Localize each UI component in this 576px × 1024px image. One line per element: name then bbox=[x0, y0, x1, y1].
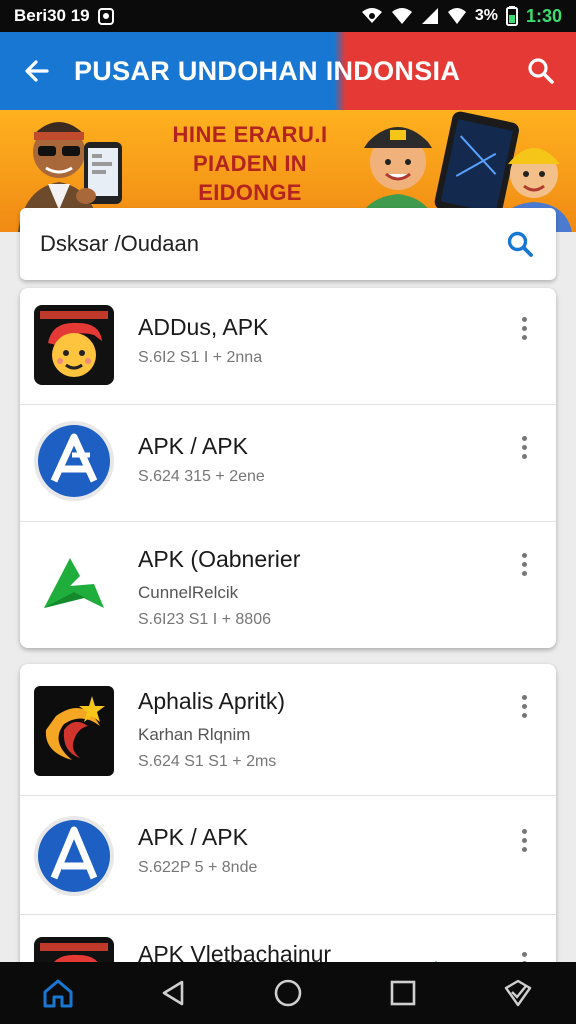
wifi-small-icon bbox=[447, 7, 467, 25]
app-info: APK / APK S.624 315 + 2ene bbox=[138, 433, 265, 486]
list-item[interactable]: ADDus, APK S.6I2 S1 I + 2nna bbox=[20, 288, 556, 405]
search-button[interactable] bbox=[502, 226, 538, 262]
more-options-button[interactable] bbox=[514, 688, 534, 724]
nav-recents-button[interactable] bbox=[373, 962, 433, 1024]
navigation-bar bbox=[0, 962, 576, 1024]
app-list-card: ADDus, APK S.6I2 S1 I + 2nna APK / APK S… bbox=[20, 288, 556, 648]
back-button[interactable] bbox=[0, 32, 74, 110]
app-meta: S.624 315 + 2ene bbox=[138, 468, 265, 485]
app-name: APK / APK bbox=[138, 824, 248, 850]
green-arrow-icon bbox=[34, 546, 114, 626]
app-info: ADDus, APK S.6I2 S1 I + 2nna bbox=[138, 314, 268, 367]
back-triangle-icon bbox=[162, 980, 184, 1006]
more-options-button[interactable] bbox=[514, 546, 534, 582]
banner-line-2: PIADEN IN EIDONGE bbox=[193, 151, 307, 205]
status-bar: Beri30 19 3% 1:30 bbox=[0, 0, 576, 32]
nav-home-button[interactable] bbox=[28, 962, 88, 1024]
app-name: Aphalis Apritk) bbox=[138, 688, 286, 714]
banner-line-1: HINE ERARU.I bbox=[172, 122, 328, 147]
mascot-face-icon bbox=[34, 305, 114, 385]
apk-store-icon bbox=[34, 421, 114, 501]
app-info: Aphalis Apritk) Karhan Rlqnim S.624 S1 S… bbox=[138, 688, 285, 771]
crescent-star-icon bbox=[34, 686, 114, 776]
more-options-button[interactable] bbox=[514, 429, 534, 465]
app-meta: S.624 S1 S1 + 2ms bbox=[138, 753, 277, 770]
app-subtitle: CunnelRelcik bbox=[138, 583, 239, 602]
app-bar: PUSAR UNDOHAN INDONSIA bbox=[0, 32, 576, 110]
battery-icon bbox=[505, 6, 518, 26]
app-name: ADDus, APK bbox=[138, 314, 269, 340]
apk-store-icon bbox=[34, 812, 114, 896]
recents-square-icon bbox=[390, 980, 416, 1006]
status-left: Beri30 19 bbox=[14, 6, 114, 26]
search-bar bbox=[20, 208, 556, 280]
nav-home-circle-button[interactable] bbox=[258, 962, 318, 1024]
battery-percent: 3% bbox=[474, 7, 498, 24]
more-options-button[interactable] bbox=[514, 822, 534, 858]
more-options-button[interactable] bbox=[514, 310, 534, 346]
app-info: APK / APK S.622P 5 + 8nde bbox=[138, 824, 257, 877]
signal-icon bbox=[421, 7, 439, 25]
app-subtitle: Karhan Rlqnim bbox=[138, 725, 251, 744]
wifi-full-icon bbox=[391, 7, 413, 25]
page-title: PUSAR UNDOHAN INDONSIA bbox=[74, 55, 461, 86]
status-time-left: Beri30 19 bbox=[14, 6, 90, 25]
status-time-right: 1:30 bbox=[525, 5, 562, 26]
search-input[interactable] bbox=[40, 231, 502, 257]
list-item[interactable]: APK (Oabnerier CunnelRelcik S.6I23 S1 I … bbox=[20, 522, 556, 648]
check-icon bbox=[505, 979, 532, 1007]
list-item[interactable]: Aphalis Apritk) Karhan Rlqnim S.624 S1 S… bbox=[20, 664, 556, 796]
search-icon bbox=[528, 58, 554, 84]
app-meta: S.6I23 S1 I + 8806 bbox=[138, 611, 271, 628]
home-circle-icon bbox=[274, 979, 302, 1007]
app-list-card: Aphalis Apritk) Karhan Rlqnim S.624 S1 S… bbox=[20, 664, 556, 984]
list-item[interactable]: APK / APK S.622P 5 + 8nde bbox=[20, 796, 556, 915]
list-item[interactable]: APK / APK S.624 315 + 2ene bbox=[20, 405, 556, 522]
status-right: 3% 1:30 bbox=[361, 6, 562, 27]
toolbar-search-button[interactable] bbox=[506, 32, 576, 110]
nav-back-button[interactable] bbox=[143, 962, 203, 1024]
app-info: APK (Oabnerier CunnelRelcik S.6I23 S1 I … bbox=[138, 546, 300, 629]
app-name: APK (Oabnerier bbox=[138, 546, 301, 572]
app-name: APK / APK bbox=[138, 433, 248, 459]
banner-headline: HINE ERARU.I PIADEN IN EIDONGE bbox=[140, 120, 360, 207]
home-icon bbox=[43, 979, 73, 1008]
nav-check-button[interactable] bbox=[488, 962, 548, 1024]
wifi-icon bbox=[361, 7, 383, 25]
arrow-left-icon bbox=[25, 60, 49, 82]
search-icon bbox=[507, 231, 533, 257]
app-meta: S.622P 5 + 8nde bbox=[138, 859, 258, 876]
app-meta: S.6I2 S1 I + 2nna bbox=[138, 349, 263, 366]
notification-icon bbox=[97, 7, 114, 25]
